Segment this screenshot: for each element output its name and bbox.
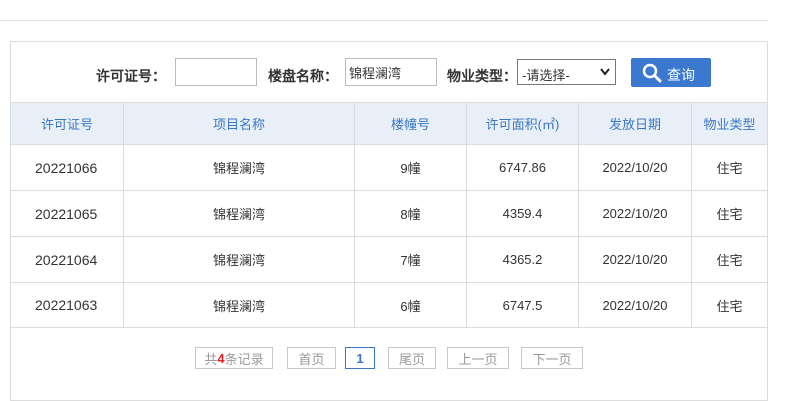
last-page-button[interactable]: 尾页: [388, 347, 436, 369]
table-header-row: 许可证号 项目名称 楼幢号 许可面积(㎡) 发放日期 物业类型: [11, 102, 767, 144]
cell-permit-number: 20221066: [35, 159, 98, 176]
header-project-name: 项目名称: [123, 103, 354, 144]
cell-permit-number: 20221063: [35, 297, 98, 313]
cell-issue-date: 2022/10/20: [578, 283, 691, 327]
first-page-button[interactable]: 首页: [287, 347, 336, 369]
table-row: 20221064 锦程澜湾 7幢 4365.2 2022/10/20 住宅: [11, 236, 767, 282]
cell-issue-date: 2022/10/20: [578, 191, 691, 236]
header-issue-date: 发放日期: [578, 103, 691, 144]
cell-building-number: 9幢: [354, 145, 466, 190]
cell-property-type: 住宅: [691, 191, 767, 236]
cell-issue-date: 2022/10/20: [578, 145, 691, 190]
total-count: 4: [217, 350, 225, 366]
search-button-label: 查询: [667, 67, 695, 83]
table-row: 20221065 锦程澜湾 8幢 4359.4 2022/10/20 住宅: [11, 190, 767, 236]
search-icon: [642, 63, 662, 83]
cell-property-type: 住宅: [691, 237, 767, 282]
cell-building-number: 8幢: [354, 191, 466, 236]
cell-permit-number: 20221064: [35, 251, 98, 268]
cell-permit-area: 4365.2: [466, 237, 578, 282]
project-name-label: 楼盘名称：: [268, 68, 338, 84]
total-records: 共 4 条记录: [195, 347, 273, 369]
cell-permit-area: 6747.5: [466, 283, 578, 327]
property-type-select[interactable]: -请选择-: [517, 59, 616, 85]
project-name-input[interactable]: [345, 58, 437, 86]
cell-building-number: 7幢: [354, 237, 466, 282]
header-permit-area: 许可面积(㎡): [466, 103, 578, 144]
cell-issue-date: 2022/10/20: [578, 237, 691, 282]
property-type-selected: -请选择-: [522, 68, 570, 83]
permit-number-input[interactable]: [175, 58, 257, 86]
property-type-label: 物业类型：: [447, 68, 517, 84]
table-row: 20221066 锦程澜湾 9幢 6747.86 2022/10/20 住宅: [11, 144, 767, 190]
cell-project-name[interactable]: 锦程澜湾: [123, 191, 354, 236]
cell-project-name[interactable]: 锦程澜湾: [123, 145, 354, 190]
current-page-button[interactable]: 1: [345, 347, 375, 369]
next-page-button[interactable]: 下一页: [521, 347, 583, 369]
header-property-type: 物业类型: [691, 103, 767, 144]
cell-permit-number: 20221065: [35, 205, 98, 222]
cell-project-name[interactable]: 锦程澜湾: [123, 283, 354, 327]
chevron-down-icon: [600, 68, 610, 76]
permit-number-label: 许可证号：: [96, 68, 166, 84]
table-row: 20221063 锦程澜湾 6幢 6747.5 2022/10/20 住宅: [11, 282, 767, 328]
cell-permit-area: 4359.4: [466, 191, 578, 236]
top-divider: [0, 20, 768, 21]
permit-query-panel: 许可证号： 楼盘名称： 物业类型： -请选择- 查询 许可证号 项目名称 楼幢号…: [10, 41, 768, 401]
cell-building-number: 6幢: [354, 283, 466, 327]
search-bar: 许可证号： 楼盘名称： 物业类型： -请选择- 查询: [11, 42, 767, 102]
search-button[interactable]: 查询: [631, 58, 711, 87]
cell-project-name[interactable]: 锦程澜湾: [123, 237, 354, 282]
header-permit-number: 许可证号: [40, 117, 93, 132]
pagination: 共 4 条记录 首页 1 尾页 上一页 下一页: [11, 347, 767, 371]
cell-property-type: 住宅: [691, 145, 767, 190]
cell-property-type: 住宅: [691, 283, 767, 327]
prev-page-button[interactable]: 上一页: [447, 347, 509, 369]
cell-permit-area: 6747.86: [466, 145, 578, 190]
header-building-number: 楼幢号: [354, 103, 466, 144]
total-suffix: 条记录: [224, 351, 264, 367]
total-prefix: 共: [204, 351, 218, 367]
